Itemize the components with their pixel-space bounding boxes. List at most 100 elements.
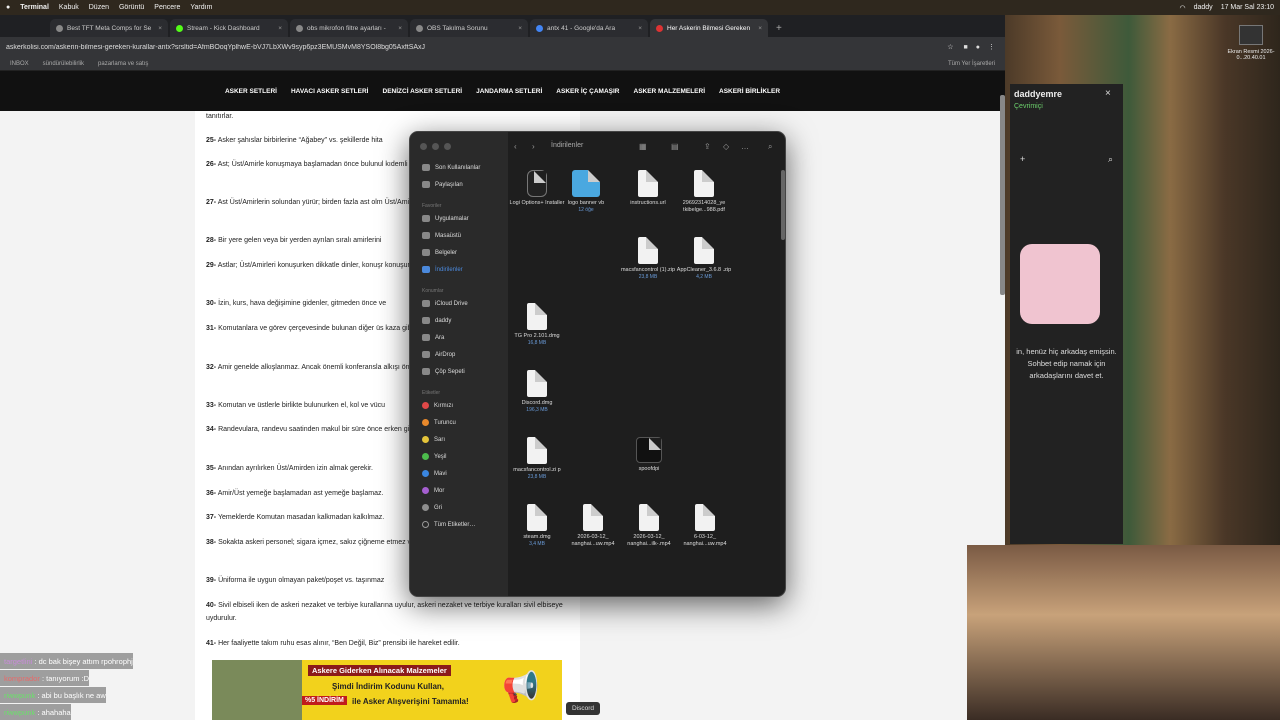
sidebar-item-downloads[interactable]: İndirilenler — [422, 266, 463, 273]
discord-empty-message: in, henüz hiç arkadaş emişsin. Sohbet ed… — [1016, 347, 1117, 380]
share-icon[interactable]: ⇪ — [704, 142, 711, 151]
nav-malzemeler[interactable]: ASKER MALZEMELERİ — [634, 88, 706, 95]
sidebar-item-airdrop[interactable]: AirDrop — [422, 351, 455, 358]
screenshot-desktop-file[interactable]: Ekran Resmi 2026-0...20.40.01 — [1226, 25, 1276, 61]
apple-icon[interactable]: ● — [6, 4, 10, 11]
address-bar[interactable]: askerkolisi.com/askerin-bilmesi-gereken-… — [6, 44, 941, 51]
back-icon[interactable]: ‹ — [514, 142, 517, 151]
bookmark-pazarlama[interactable]: pazarlama ve satış — [98, 61, 148, 67]
more-icon[interactable]: … — [741, 142, 749, 151]
file-pdf[interactable]: 29692314028_ye tkibelge...988.pdf — [673, 170, 735, 214]
menubar-user[interactable]: daddy — [1194, 4, 1213, 11]
file-steam[interactable]: steam.dmg 3,4 MB — [506, 504, 568, 548]
tag-blue[interactable]: Mavi — [422, 470, 447, 477]
ad-banner[interactable]: Askere Giderken Alınacak Malzemeler Şimd… — [212, 660, 562, 720]
file-tgpro[interactable]: TG Pro 2.101.dmg 16,8 MB — [506, 303, 568, 347]
tab-obs-filter[interactable]: obs mikrofon filtre ayarları - × — [290, 19, 408, 37]
tag-purple[interactable]: Mor — [422, 487, 444, 494]
sidebar-item-shared[interactable]: Paylaşılan — [422, 181, 463, 188]
tag-icon[interactable]: ◇ — [723, 142, 729, 151]
file-appcleaner[interactable]: AppCleaner_3.6.8 .zip 4,2 MB — [673, 237, 735, 281]
close-icon[interactable]: × — [638, 25, 642, 32]
sidebar-item-home[interactable]: daddy — [422, 317, 451, 324]
sidebar-item-ara[interactable]: Ara — [422, 334, 444, 341]
sidebar-item-documents[interactable]: Belgeler — [422, 249, 457, 256]
sidebar-label: Ara — [435, 334, 445, 341]
tab-google[interactable]: antx 41 - Google'da Ara × — [530, 19, 648, 37]
bookmark-all[interactable]: Tüm Yer İşaretleri — [948, 61, 995, 67]
page-scrollbar[interactable] — [1000, 95, 1005, 295]
nav-jandarma[interactable]: JANDARMA SETLERİ — [476, 88, 542, 95]
menu-app-name[interactable]: Terminal — [20, 4, 49, 11]
close-icon[interactable]: × — [518, 25, 522, 32]
extensions-icon[interactable]: ■ — [960, 44, 972, 51]
file-video-3[interactable]: 6-03-12_ nanghai...uw.mp4 — [674, 504, 736, 548]
sidebar-item-icloud[interactable]: iCloud Drive — [422, 300, 468, 307]
window-close-button[interactable] — [420, 143, 427, 150]
wifi-icon[interactable]: ◠ — [1180, 4, 1186, 12]
nav-birlikler[interactable]: ASKERİ BİRLİKLER — [719, 88, 780, 95]
file-video-2[interactable]: 2026-03-12_ nanghai...ilk-.mp4 — [618, 504, 680, 548]
nav-asker-setleri[interactable]: ASKER SETLERİ — [225, 88, 277, 95]
profile-icon[interactable]: ● — [972, 44, 984, 51]
ad-discount-badge: %5 İNDİRİM — [302, 696, 347, 705]
new-tab-icon[interactable]: + — [770, 23, 788, 37]
tag-all[interactable]: Tüm Etiketler… — [422, 521, 475, 528]
menu-pencere[interactable]: Pencere — [154, 4, 180, 11]
finder-scrollbar[interactable] — [781, 170, 785, 240]
menu-duzen[interactable]: Düzen — [89, 4, 109, 11]
nav-ic-camasir[interactable]: ASKER İÇ ÇAMAŞIR — [556, 88, 619, 95]
menu-kabuk[interactable]: Kabuk — [59, 4, 79, 11]
sidebar-item-recents[interactable]: Son Kullanılanlar — [422, 164, 480, 171]
nav-havaci[interactable]: HAVACI ASKER SETLERİ — [291, 88, 369, 95]
close-icon[interactable]: × — [278, 25, 282, 32]
tag-green[interactable]: Yeşil — [422, 453, 446, 460]
file-instructions[interactable]: instructions.url — [617, 170, 679, 207]
search-icon[interactable]: ⌕ — [768, 142, 772, 152]
ad-title: Askere Giderken Alınacak Malzemeler — [308, 665, 451, 676]
tag-gray[interactable]: Gri — [422, 504, 442, 511]
rule-text: Yemeklerde Komutan masadan kalkmadan kal… — [217, 514, 385, 521]
menubar-datetime[interactable]: 17 Mar Sal 23:10 — [1221, 4, 1274, 11]
bookmark-surdurulebilirlik[interactable]: sündürülebilirlik — [43, 61, 84, 67]
window-zoom-button[interactable] — [444, 143, 451, 150]
file-logo-banner[interactable]: logo banner vb 12 öğe — [555, 170, 617, 214]
tab-asker[interactable]: Her Askerin Bilmesi Gereken × — [650, 19, 768, 37]
file-video-1[interactable]: 2026-03-12_ nanghai...uw.mp4 — [562, 504, 624, 548]
discord-status[interactable]: Çevrimiçi — [1014, 103, 1043, 110]
close-icon[interactable]: × — [158, 25, 162, 32]
close-icon[interactable]: × — [758, 25, 762, 32]
tag-yellow[interactable]: Sarı — [422, 436, 445, 443]
file-macsfancontrol[interactable]: macsfancontrol.zi p 23,8 MB — [506, 437, 568, 481]
bookmark-star-icon[interactable]: ☆ — [941, 43, 959, 51]
menu-kebab-icon[interactable]: ⋮ — [984, 43, 999, 51]
menu-yardim[interactable]: Yardım — [190, 4, 212, 11]
forward-icon[interactable]: › — [532, 142, 535, 151]
tag-orange[interactable]: Turuncu — [422, 419, 456, 426]
close-icon[interactable]: × — [1105, 88, 1111, 99]
rule-text: İzin, kurs, hava değişimine gidenler, gi… — [218, 300, 387, 307]
file-spoofdpi[interactable]: spoofdpi — [618, 437, 680, 473]
tab-tft[interactable]: Best TFT Meta Comps for Se × — [50, 19, 168, 37]
sidebar-item-applications[interactable]: Uygulamalar — [422, 215, 469, 222]
bookmark-inbox[interactable]: INBOX — [10, 61, 29, 67]
rule-text: Sivil elbiseli iken de askeri nezaket ve… — [206, 602, 563, 622]
tag-red[interactable]: Kırmızı — [422, 402, 453, 409]
close-icon[interactable]: × — [398, 25, 402, 32]
sidebar-item-trash[interactable]: Çöp Sepeti — [422, 368, 465, 375]
discord-panel: daddyemre Çevrimiçi × + ⌕ in, henüz hiç … — [1010, 84, 1123, 544]
group-icon[interactable]: ▤ — [671, 142, 679, 151]
tag-label: Gri — [434, 504, 442, 511]
window-minimize-button[interactable] — [432, 143, 439, 150]
sidebar-item-desktop[interactable]: Masaüstü — [422, 232, 461, 239]
add-friend-icon[interactable]: + — [1020, 154, 1025, 164]
view-grid-icon[interactable]: ▦ — [639, 142, 647, 151]
tab-kick[interactable]: Stream - Kick Dashboard × — [170, 19, 288, 37]
nav-denizci[interactable]: DENİZCİ ASKER SETLERİ — [383, 88, 463, 95]
file-discord-dmg[interactable]: Discord.dmg 196,3 MB — [506, 370, 568, 414]
file-macsfancontrol-1[interactable]: macsfancontrol (1).zip 23,8 MB — [617, 237, 679, 281]
dock-tooltip: Discord — [566, 702, 600, 715]
tab-obs-lag[interactable]: OBS Takılma Sorunu × — [410, 19, 528, 37]
search-icon[interactable]: ⌕ — [1108, 154, 1113, 165]
menu-goruntu[interactable]: Görüntü — [119, 4, 144, 11]
